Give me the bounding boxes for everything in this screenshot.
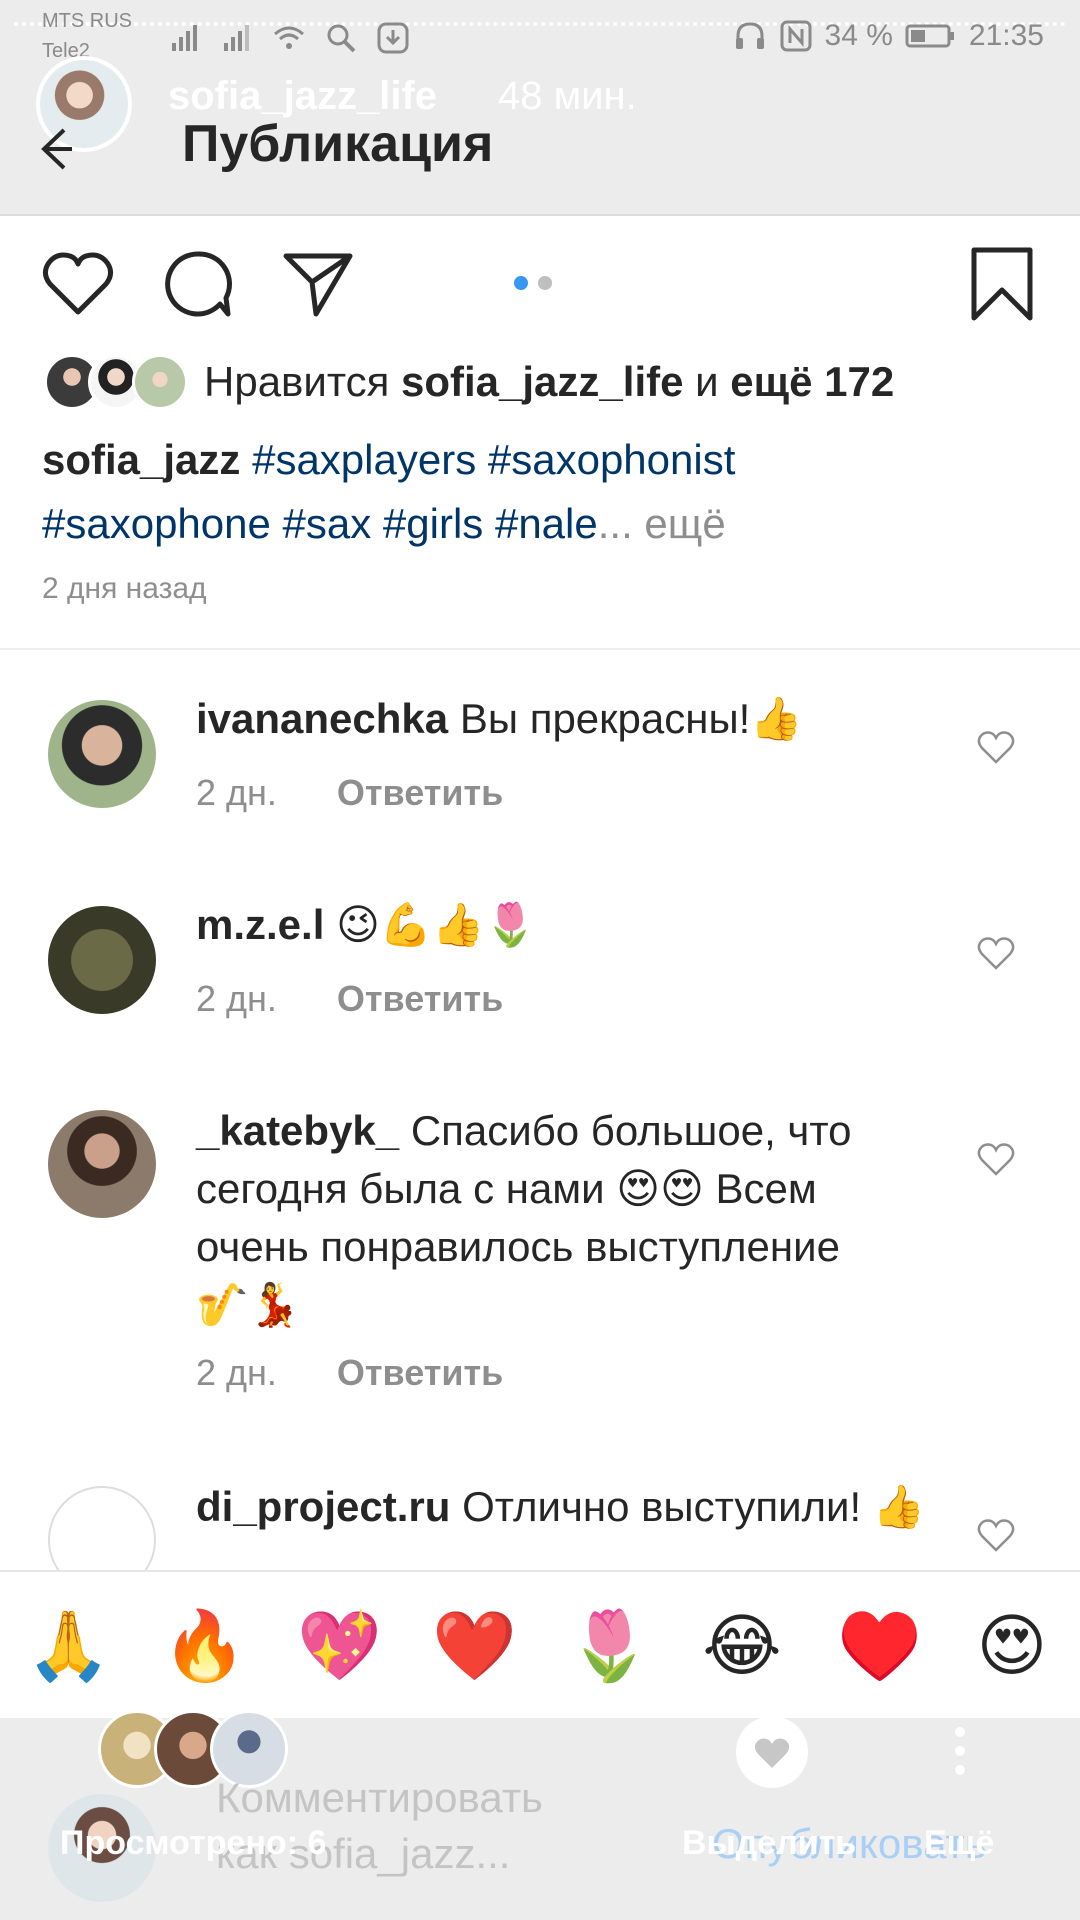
comment-item: di_project.ru Отлично выступили! 👍 bbox=[0, 1478, 1080, 1570]
battery-percent: 34 % bbox=[824, 19, 893, 52]
comment-username[interactable]: _katebyk_ bbox=[196, 1107, 399, 1154]
likes-text: Нравится sofia_jazz_life и ещё 172 bbox=[204, 358, 894, 406]
comment-username[interactable]: di_project.ru bbox=[196, 1483, 450, 1530]
heart-icon bbox=[754, 1738, 790, 1768]
viewed-count[interactable]: Просмотрено: 6 bbox=[60, 1824, 326, 1863]
emoji-button[interactable]: ♥️ bbox=[837, 1606, 922, 1686]
comment-message: 😉💪👍🌷 bbox=[336, 901, 537, 948]
emoji-button[interactable]: 😍 bbox=[972, 1606, 1052, 1686]
avatar[interactable] bbox=[48, 906, 156, 1014]
avatar[interactable] bbox=[48, 700, 156, 808]
avatar bbox=[132, 354, 188, 410]
comment-text: di_project.ru Отлично выступили! 👍 bbox=[196, 1478, 956, 1536]
comment-meta: 2 дн. Ответить bbox=[196, 978, 503, 1020]
download-icon bbox=[377, 22, 409, 54]
clock: 21:35 bbox=[968, 19, 1044, 52]
quick-emoji-bar: 🙏 🔥 💖 ❤️ 🌷 😂 ♥️ 😍 bbox=[0, 1570, 1080, 1718]
liker-avatars bbox=[44, 354, 194, 410]
likes-user[interactable]: sofia_jazz_life bbox=[401, 358, 683, 405]
comment-time: 2 дн. bbox=[196, 772, 277, 813]
emoji-button[interactable]: 🙏 bbox=[26, 1606, 111, 1686]
likes-conjunction: и bbox=[683, 358, 731, 405]
likes-row[interactable]: Нравится sofia_jazz_life и ещё 172 bbox=[44, 352, 1044, 412]
comment-text: ivananechka Вы прекрасны!👍 bbox=[196, 690, 956, 748]
highlight-label[interactable]: Выделить bbox=[682, 1824, 856, 1863]
story-username[interactable]: sofia_jazz_life bbox=[168, 74, 437, 119]
comment-username[interactable]: ivananechka bbox=[196, 695, 448, 742]
comment-text: _katebyk_ Спасибо большое, что сегодня б… bbox=[196, 1102, 896, 1334]
share-icon[interactable] bbox=[280, 246, 356, 322]
status-icons-right: 34 % 21:35 bbox=[733, 14, 1044, 58]
highlight-button[interactable] bbox=[736, 1716, 808, 1788]
comment-time: 2 дн. bbox=[196, 978, 277, 1019]
like-comment-icon[interactable] bbox=[976, 728, 1016, 768]
post-time: 2 дня назад bbox=[42, 572, 207, 605]
back-icon[interactable] bbox=[34, 124, 74, 174]
battery-icon bbox=[905, 24, 954, 48]
top-bar: sofia_jazz_life 48 мин. Публикация bbox=[0, 56, 1080, 216]
divider bbox=[0, 648, 1080, 650]
emoji-button[interactable]: 🔥 bbox=[162, 1606, 247, 1686]
wifi-icon bbox=[274, 26, 304, 49]
heart-icon[interactable] bbox=[40, 246, 116, 322]
caption-more-link[interactable]: ещё bbox=[633, 500, 725, 547]
story-time: 48 мин. bbox=[498, 74, 637, 118]
likes-prefix: Нравится bbox=[204, 358, 401, 405]
emoji-button[interactable]: 🌷 bbox=[567, 1606, 652, 1686]
post-caption: sofia_jazz #saxplayers #saxophonist #sax… bbox=[42, 428, 1042, 556]
comment-icon[interactable] bbox=[160, 246, 236, 322]
nfc-icon bbox=[780, 20, 812, 52]
like-comment-icon[interactable] bbox=[976, 1140, 1016, 1180]
page-title: Публикация bbox=[182, 115, 494, 173]
comment-composer: Комментировать как sofia_jazz... Опублик… bbox=[0, 1710, 1080, 1920]
comment-message: Вы прекрасны!👍 bbox=[459, 695, 803, 742]
emoji-button[interactable]: ❤️ bbox=[432, 1606, 517, 1686]
comment-time: 2 дн. bbox=[196, 1352, 277, 1393]
emoji-button[interactable]: 😂 bbox=[702, 1606, 782, 1686]
caption-tags-line2[interactable]: #saxophone #sax #girls #nale bbox=[42, 500, 598, 547]
comment-placeholder-line1: Комментировать bbox=[216, 1774, 543, 1821]
comment-meta: 2 дн. Ответить bbox=[196, 772, 503, 814]
like-comment-icon[interactable] bbox=[976, 1516, 1016, 1556]
signal-icon bbox=[172, 25, 197, 51]
comment-text: m.z.e.l 😉💪👍🌷 bbox=[196, 896, 956, 954]
avatar[interactable] bbox=[48, 1486, 156, 1570]
reply-button[interactable]: Ответить bbox=[337, 772, 503, 814]
status-bar: MTS RUS Tele2 34 % 21:35 bbox=[0, 0, 1080, 72]
caption-ellipsis: ... bbox=[597, 500, 633, 547]
likes-count[interactable]: ещё 172 bbox=[730, 358, 894, 405]
carousel-dot-active bbox=[514, 276, 528, 290]
avatar[interactable] bbox=[48, 1110, 156, 1218]
like-comment-icon[interactable] bbox=[976, 934, 1016, 974]
headphones-icon bbox=[735, 22, 764, 49]
reply-button[interactable]: Ответить bbox=[337, 978, 503, 1020]
status-icons-left bbox=[168, 18, 410, 58]
carousel-dot bbox=[538, 276, 552, 290]
carrier-primary: MTS RUS bbox=[42, 10, 132, 32]
more-label[interactable]: Ещё bbox=[924, 1824, 994, 1863]
comment-meta: 2 дн. Ответить bbox=[196, 1352, 503, 1394]
comment-message: Отлично выступили! 👍 bbox=[462, 1483, 926, 1530]
more-vert-icon[interactable] bbox=[954, 1726, 966, 1776]
comment-username[interactable]: m.z.e.l bbox=[196, 901, 324, 948]
signal-icon-2 bbox=[224, 25, 249, 51]
bookmark-icon[interactable] bbox=[964, 246, 1040, 322]
search-icon bbox=[327, 24, 356, 53]
caption-tags-line1[interactable]: #saxplayers #saxophonist bbox=[252, 436, 735, 483]
caption-username[interactable]: sofia_jazz bbox=[42, 436, 240, 483]
post-actions bbox=[0, 216, 1080, 346]
emoji-button[interactable]: 💖 bbox=[297, 1606, 382, 1686]
reply-button[interactable]: Ответить bbox=[337, 1352, 503, 1394]
carousel-indicator bbox=[514, 276, 552, 290]
